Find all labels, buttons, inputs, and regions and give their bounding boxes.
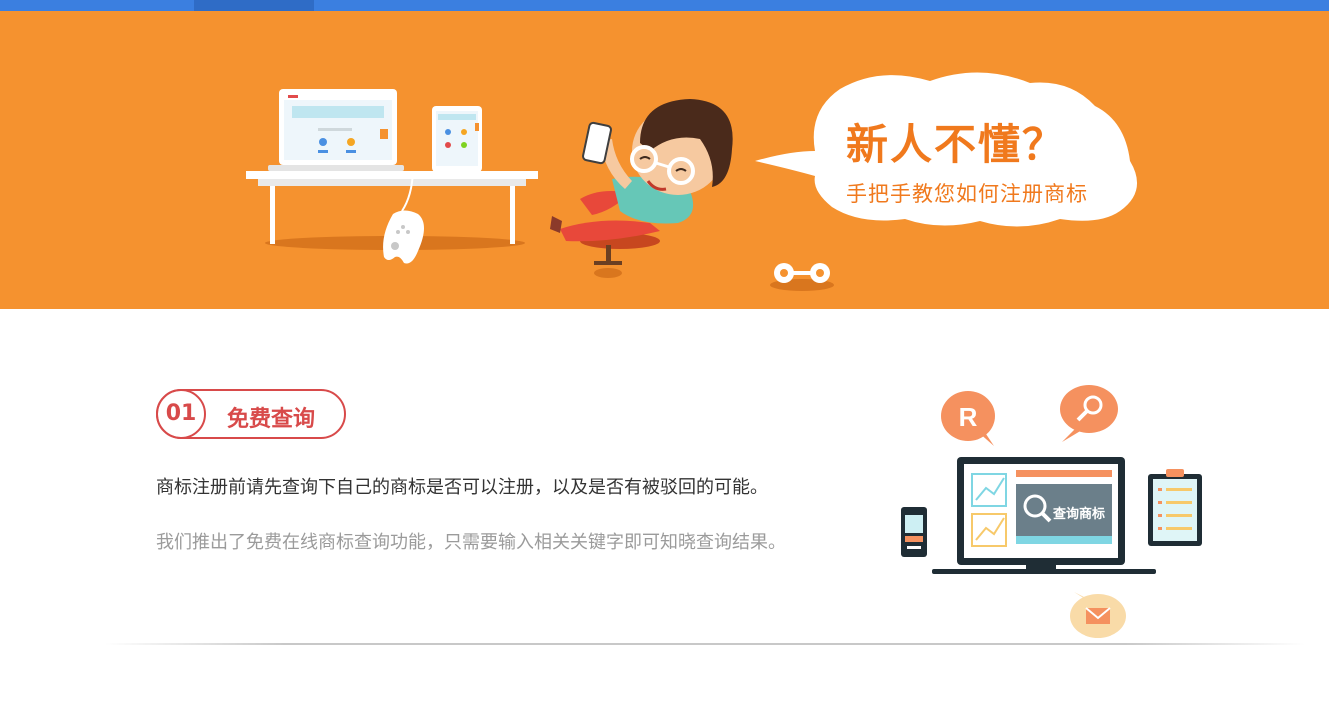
hero-banner: 新人不懂？ 手把手教您如何注册商标 xyxy=(0,11,1329,309)
registered-mark-icon: R xyxy=(941,391,995,446)
dumbbell-icon xyxy=(770,263,834,291)
registered-mark-letter: R xyxy=(959,402,978,432)
section-divider xyxy=(105,643,1305,645)
character-illustration xyxy=(550,99,733,242)
hero-illustration xyxy=(246,72,1138,291)
mail-bubble-icon xyxy=(1070,592,1126,638)
top-nav-bar xyxy=(0,0,1329,11)
monitor-icon xyxy=(932,457,1156,574)
laptop-icon xyxy=(268,89,404,171)
magnifier-bubble-icon xyxy=(1060,385,1118,442)
step-description-primary: 商标注册前请先查询下自己的商标是否可以注册，以及是否有被驳回的可能。 xyxy=(156,477,768,498)
tablet-icon xyxy=(432,106,482,172)
step-description-secondary: 我们推出了免费在线商标查询功能，只需要输入相关关键字即可知晓查询结果。 xyxy=(156,532,786,553)
step-title: 免费查询 xyxy=(227,407,316,432)
phone-icon xyxy=(901,507,927,557)
active-nav-tab[interactable] xyxy=(194,0,314,11)
search-trademark-label: 查询商标 xyxy=(1053,507,1106,522)
step-number: 01 xyxy=(156,389,206,439)
desk-top xyxy=(246,171,538,179)
hero-bubble-title: 新人不懂？ xyxy=(846,120,1067,169)
clipboard-icon xyxy=(1148,469,1202,546)
hero-bubble-subtitle: 手把手教您如何注册商标 xyxy=(846,182,1088,206)
